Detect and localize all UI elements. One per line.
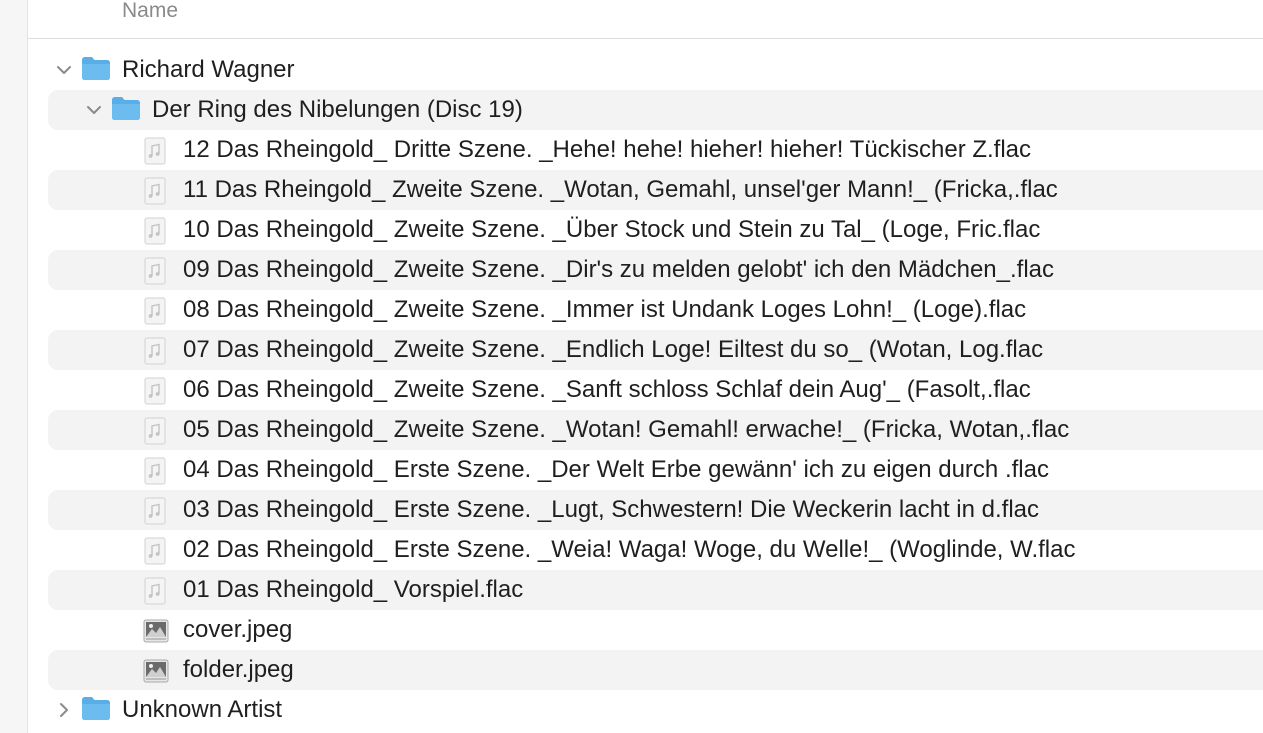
file-row[interactable]: 06 Das Rheingold_ Zweite Szene. _Sanft s… bbox=[48, 370, 1263, 410]
folder-icon bbox=[81, 55, 111, 81]
folder-name: Richard Wagner bbox=[122, 56, 295, 83]
folder-row-richard-wagner[interactable]: Richard Wagner bbox=[48, 50, 1263, 90]
file-row[interactable]: 10 Das Rheingold_ Zweite Szene. _Über St… bbox=[48, 210, 1263, 250]
file-row[interactable]: cover.jpeg bbox=[48, 610, 1263, 650]
folder-name: Unknown Artist bbox=[122, 696, 283, 723]
audio-file-icon bbox=[142, 457, 168, 485]
file-row[interactable]: 03 Das Rheingold_ Erste Szene. _Lugt, Sc… bbox=[48, 490, 1263, 530]
file-name: 07 Das Rheingold_ Zweite Szene. _Endlich… bbox=[183, 336, 1044, 363]
file-name: cover.jpeg bbox=[183, 616, 293, 643]
file-row[interactable]: 08 Das Rheingold_ Zweite Szene. _Immer i… bbox=[48, 290, 1263, 330]
folder-name: Der Ring des Nibelungen (Disc 19) bbox=[152, 96, 523, 123]
folder-icon bbox=[81, 695, 111, 721]
audio-file-icon bbox=[142, 257, 168, 285]
chevron-down-icon[interactable] bbox=[84, 100, 104, 120]
file-name: 06 Das Rheingold_ Zweite Szene. _Sanft s… bbox=[183, 376, 1031, 403]
file-row[interactable]: 02 Das Rheingold_ Erste Szene. _Weia! Wa… bbox=[48, 530, 1263, 570]
file-name: 01 Das Rheingold_ Vorspiel.flac bbox=[183, 576, 524, 603]
folder-row-album[interactable]: Der Ring des Nibelungen (Disc 19) bbox=[48, 90, 1263, 130]
audio-file-icon bbox=[142, 217, 168, 245]
column-header-name[interactable]: Name bbox=[122, 0, 178, 23]
image-file-icon bbox=[142, 657, 170, 685]
file-name: 10 Das Rheingold_ Zweite Szene. _Über St… bbox=[183, 216, 1041, 243]
audio-file-icon bbox=[142, 337, 168, 365]
audio-file-icon bbox=[142, 537, 168, 565]
file-row[interactable]: 07 Das Rheingold_ Zweite Szene. _Endlich… bbox=[48, 330, 1263, 370]
audio-file-icon bbox=[142, 177, 168, 205]
audio-file-icon bbox=[142, 137, 168, 165]
file-name: 09 Das Rheingold_ Zweite Szene. _Dir's z… bbox=[183, 256, 1054, 283]
file-row[interactable]: 11 Das Rheingold_ Zweite Szene. _Wotan, … bbox=[48, 170, 1263, 210]
file-name: 08 Das Rheingold_ Zweite Szene. _Immer i… bbox=[183, 296, 1027, 323]
finder-window: Name Richard Wagner Der Ring des Nibelun… bbox=[0, 0, 1263, 733]
file-row[interactable]: 05 Das Rheingold_ Zweite Szene. _Wotan! … bbox=[48, 410, 1263, 450]
file-row[interactable]: 01 Das Rheingold_ Vorspiel.flac bbox=[48, 570, 1263, 610]
sidebar-edge bbox=[0, 0, 28, 733]
file-name: 02 Das Rheingold_ Erste Szene. _Weia! Wa… bbox=[183, 536, 1076, 563]
list-header: Name bbox=[28, 0, 1263, 39]
audio-file-icon bbox=[142, 497, 168, 525]
chevron-down-icon[interactable] bbox=[54, 60, 74, 80]
file-name: folder.jpeg bbox=[183, 656, 294, 683]
folder-row-unknown-artist[interactable]: Unknown Artist bbox=[48, 690, 1263, 730]
file-row[interactable]: 04 Das Rheingold_ Erste Szene. _Der Welt… bbox=[48, 450, 1263, 490]
audio-file-icon bbox=[142, 417, 168, 445]
file-list: Richard Wagner Der Ring des Nibelungen (… bbox=[48, 50, 1263, 730]
file-name: 05 Das Rheingold_ Zweite Szene. _Wotan! … bbox=[183, 416, 1070, 443]
file-name: 12 Das Rheingold_ Dritte Szene. _Hehe! h… bbox=[183, 136, 1032, 163]
file-row[interactable]: folder.jpeg bbox=[48, 650, 1263, 690]
chevron-right-icon[interactable] bbox=[54, 700, 74, 720]
file-name: 04 Das Rheingold_ Erste Szene. _Der Welt… bbox=[183, 456, 1049, 483]
file-name: 03 Das Rheingold_ Erste Szene. _Lugt, Sc… bbox=[183, 496, 1040, 523]
audio-file-icon bbox=[142, 297, 168, 325]
file-row[interactable]: 12 Das Rheingold_ Dritte Szene. _Hehe! h… bbox=[48, 130, 1263, 170]
image-file-icon bbox=[142, 617, 170, 645]
audio-file-icon bbox=[142, 377, 168, 405]
file-row[interactable]: 09 Das Rheingold_ Zweite Szene. _Dir's z… bbox=[48, 250, 1263, 290]
audio-file-icon bbox=[142, 577, 168, 605]
file-name: 11 Das Rheingold_ Zweite Szene. _Wotan, … bbox=[183, 176, 1058, 203]
folder-icon bbox=[111, 95, 141, 121]
